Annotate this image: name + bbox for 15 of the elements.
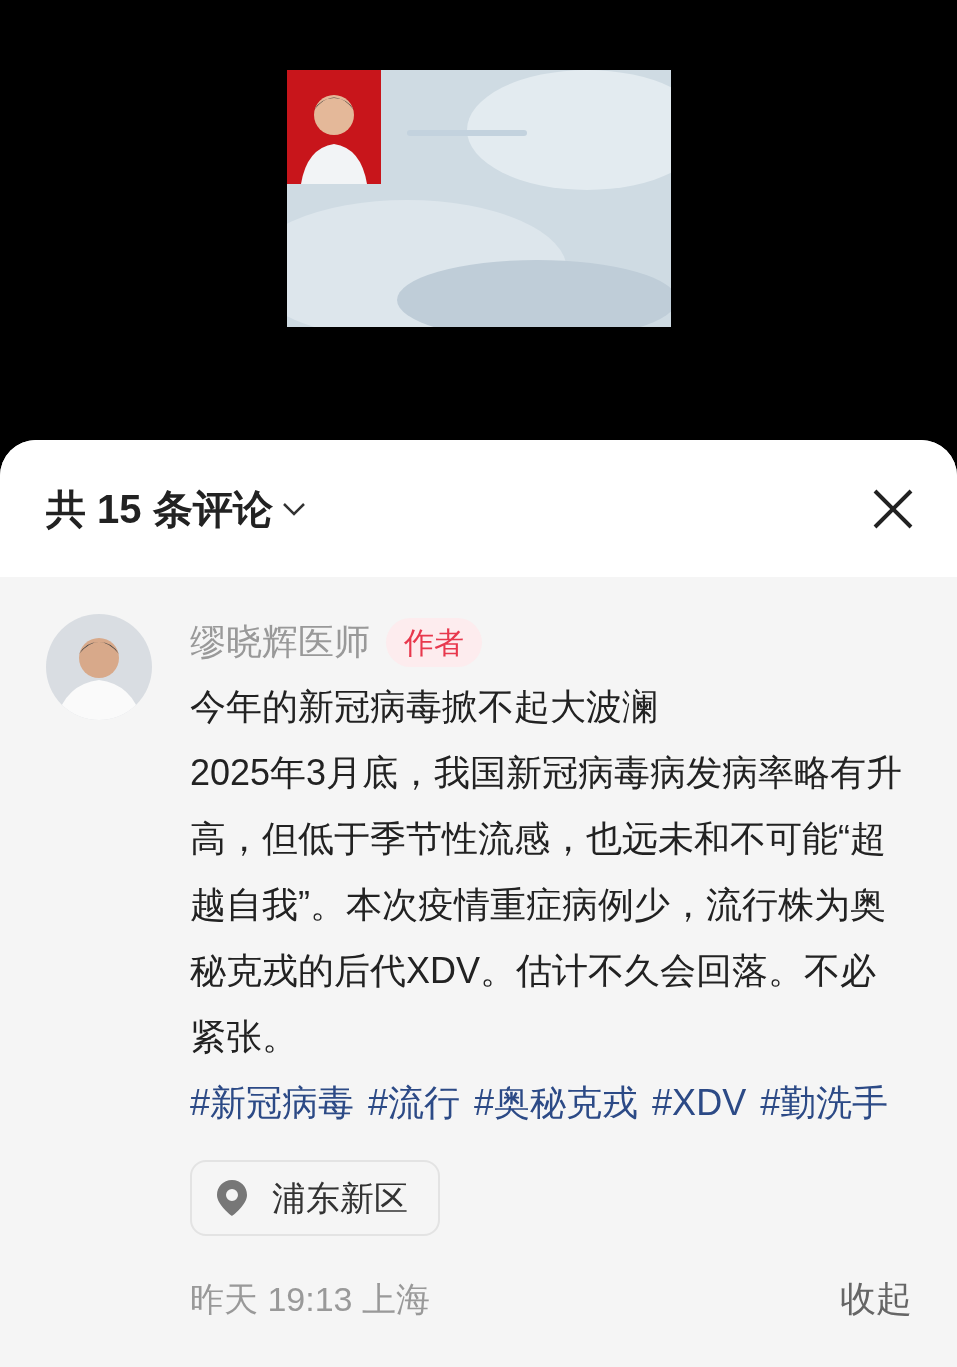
chevron-down-icon[interactable]	[280, 500, 307, 517]
comment-title: 今年的新冠病毒掀不起大波澜	[190, 685, 659, 729]
hashtag-link[interactable]: #XDV	[652, 1070, 747, 1136]
hashtag-link[interactable]: #流行	[368, 1070, 461, 1136]
comment-count-title: 共 15 条评论	[46, 485, 273, 533]
comment-time: 昨天 19:13 上海	[190, 1278, 430, 1320]
collapse-link[interactable]: 收起	[840, 1272, 912, 1326]
location-pin-icon	[216, 1179, 248, 1217]
location-chip[interactable]: 浦东新区	[190, 1160, 440, 1236]
author-badge: 作者	[386, 617, 482, 667]
close-icon[interactable]	[873, 488, 913, 529]
hashtag-link[interactable]: #勤洗手	[760, 1070, 889, 1136]
hashtag-link[interactable]: #奥秘克戎	[474, 1070, 639, 1136]
comment-text: 2025年3月底，我国新冠病毒病发病率略有升高，但低于季节性流感，也远未和不可能“超越自我”。本次疫情重症病例少，流行株为奥秘克戎的后代XDV。估计不久会回落。不必紧张。	[190, 751, 904, 1059]
hashtag-link[interactable]: #新冠病毒	[190, 1070, 355, 1136]
